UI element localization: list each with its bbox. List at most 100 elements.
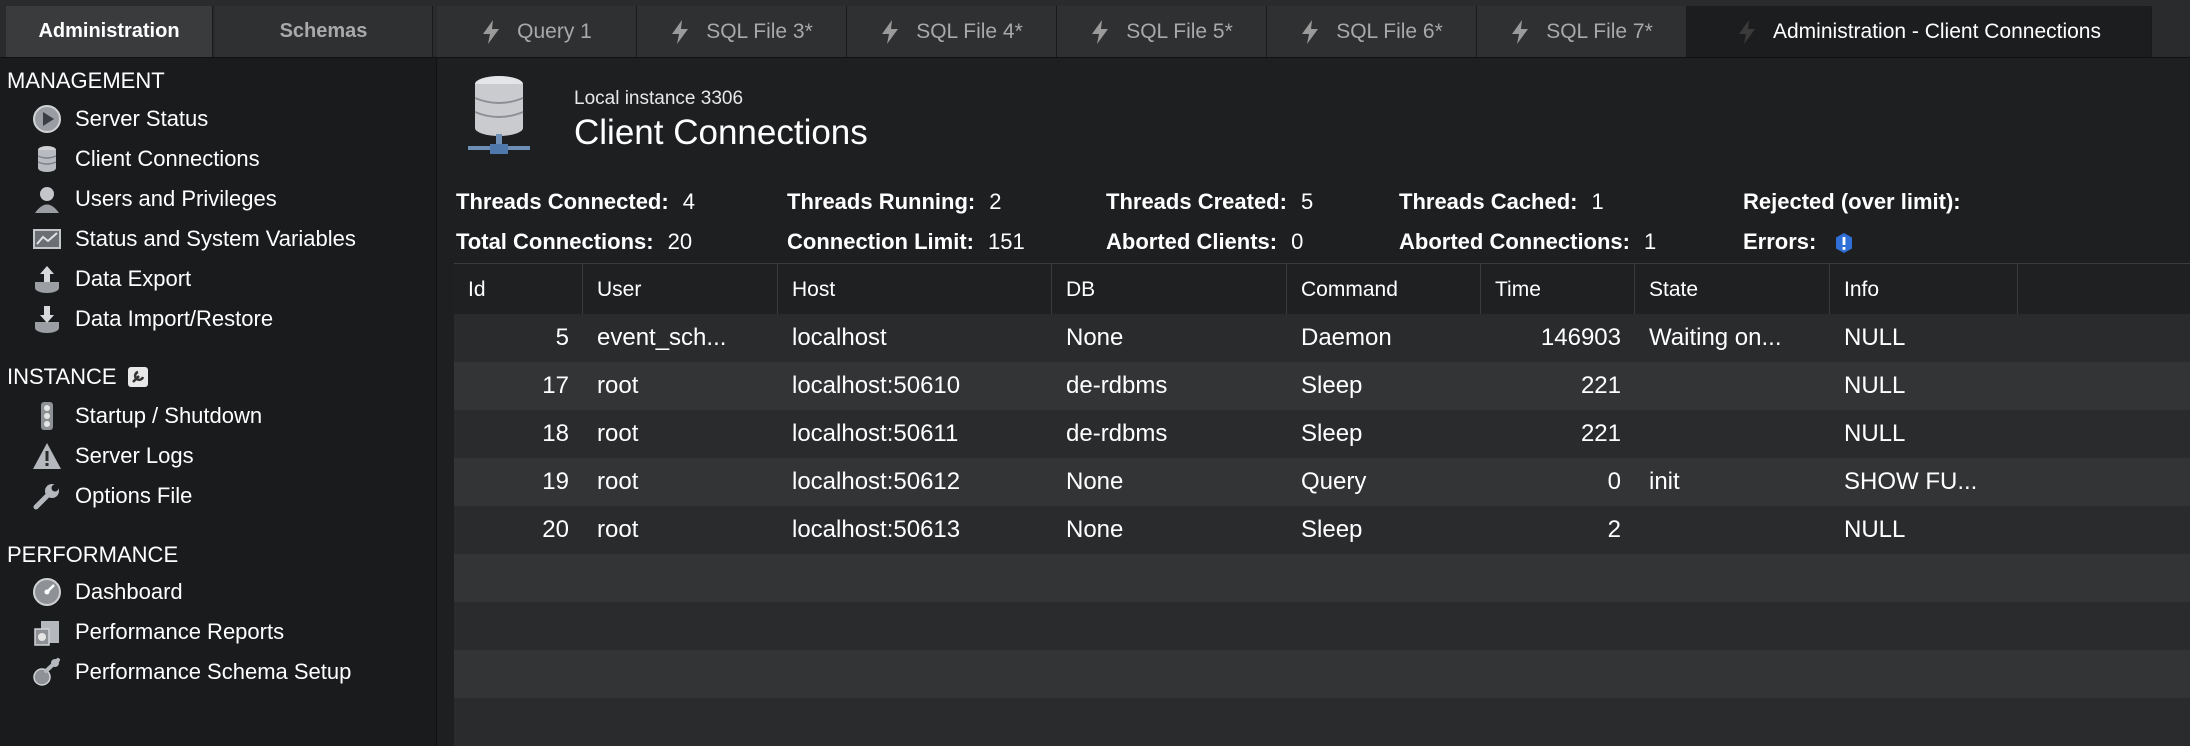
table-header: Id User Host DB Command Time State Info [454,263,2190,316]
section-heading: MANAGEMENT [7,68,165,93]
client-connections-panel: Local instance 3306 Client Connections T… [454,58,2190,746]
table-row[interactable]: 5 event_sch... localhost None Daemon 146… [454,314,2190,362]
cell-host: localhost:50610 [792,372,961,399]
stat-threads-created: Threads Created: 5 [1106,189,1313,215]
tab-label: SQL File 6* [1336,19,1443,43]
tab-label: Query 1 [517,19,592,43]
monitor-icon [33,229,61,249]
cell-time: 2 [1607,516,1621,543]
tab-administration[interactable]: Administration [6,6,213,57]
sidebar-item-status-and-system-variables[interactable]: Status and System Variables [32,221,356,257]
column-header-time[interactable]: Time [1481,264,1635,315]
client-connections-table[interactable]: Id User Host DB Command Time State Info … [454,263,2190,746]
tab-sql-file-7[interactable]: SQL File 7* [1477,6,1687,57]
tab-schemas[interactable]: Schemas [215,6,433,57]
sidebar-item-server-logs[interactable]: Server Logs [32,438,194,474]
cell-command: Query [1301,468,1367,495]
stat-value: 2 [989,189,1002,214]
sidebar-item-startup-shutdown[interactable]: Startup / Shutdown [32,398,262,434]
section-instance: INSTANCE [7,364,149,390]
stat-value: 4 [682,189,695,214]
warning-icon [33,443,61,469]
tab-query-1[interactable]: Query 1 [437,6,637,57]
tab-sql-file-3[interactable]: SQL File 3* [637,6,847,57]
sidebar-item-label: Performance Reports [75,619,285,644]
sidebar-item-label: Server Logs [75,443,194,468]
import-icon [35,306,59,333]
column-header-host[interactable]: Host [778,264,1052,315]
sidebar-item-data-import-restore[interactable]: Data Import/Restore [32,301,273,337]
stat-aborted-clients: Aborted Clients: 0 [1106,229,1303,255]
cell-user: root [597,468,639,495]
sidebar-item-performance-schema-setup[interactable]: Performance Schema Setup [32,654,351,690]
stat-label: Connection Limit: [787,229,974,254]
section-heading: PERFORMANCE [7,542,179,567]
lightning-bolt-icon [1739,19,1755,44]
column-header-state[interactable]: State [1635,264,1830,315]
sidebar-item-dashboard[interactable]: Dashboard [32,574,183,610]
empty-table-row [454,602,2190,650]
column-header-user[interactable]: User [583,264,778,315]
stat-label: Total Connections: [456,229,654,254]
cell-id: 18 [542,420,569,447]
sidebar-item-label: Data Import/Restore [75,306,274,331]
database-icon [37,146,57,172]
cell-user: event_sch... [597,324,727,351]
sidebar-item-performance-reports[interactable]: Performance Reports [32,614,284,650]
server-status-icon [33,105,61,133]
section-management: MANAGEMENT [7,68,165,94]
sidebar-item-users-and-privileges[interactable]: Users and Privileges [32,181,277,217]
cell-host: localhost:50613 [792,516,961,543]
stat-value: 1 [1644,229,1657,254]
stat-value: 0 [1291,229,1304,254]
column-header-info[interactable]: Info [1830,264,2018,315]
stat-label: Threads Running: [787,189,976,214]
cell-state [1635,506,1830,554]
cell-command: Sleep [1301,372,1363,399]
column-header-command[interactable]: Command [1287,264,1481,315]
cell-state [1635,410,1830,458]
stat-label: Rejected (over limit): [1743,189,1961,214]
empty-table-row [454,554,2190,602]
cell-id: 5 [555,324,569,351]
sidebar-item-server-status[interactable]: Server Status [32,101,208,137]
table-row[interactable]: 20 root localhost:50613 None Sleep 2 NUL… [454,506,2190,554]
cell-time: 221 [1580,372,1621,399]
sidebar-item-data-export[interactable]: Data Export [32,261,191,297]
stat-label: Aborted Clients: [1106,229,1278,254]
cell-time: 0 [1607,468,1621,495]
cell-info: NULL [1844,420,1906,447]
table-row[interactable]: 18 root localhost:50611 de-rdbms Sleep 2… [454,410,2190,458]
lightning-bolt-icon [1092,19,1109,44]
tab-sql-file-5[interactable]: SQL File 5* [1057,6,1267,57]
tab-sql-file-6[interactable]: SQL File 6* [1267,6,1477,57]
cell-db: de-rdbms [1066,372,1168,399]
cell-state: Waiting on... [1649,324,1782,351]
cell-host: localhost:50612 [792,468,961,495]
table-row[interactable]: 19 root localhost:50612 None Query 0 ini… [454,458,2190,506]
cell-info: NULL [1844,324,1906,351]
traffic-light-icon [41,402,53,430]
stat-label: Threads Connected: [456,189,669,214]
cell-user: root [597,516,639,543]
tab-sql-file-4[interactable]: SQL File 4* [847,6,1057,57]
stat-value: 151 [987,229,1025,254]
tab-label: SQL File 5* [1126,19,1233,43]
empty-table-row [454,650,2190,698]
tab-administration-client-connections[interactable]: Administration - Client Connections [1687,6,2152,57]
user-icon [35,187,59,213]
sidebar-item-client-connections[interactable]: Client Connections [32,141,260,177]
column-header-db[interactable]: DB [1052,264,1287,315]
cell-info: NULL [1844,372,1906,399]
tab-label: Schemas [279,20,368,42]
stat-value: 1 [1591,189,1604,214]
wrench-icon [127,367,148,387]
sidebar-item-label: Data Export [75,266,192,291]
lightning-bolt-icon [1302,19,1319,44]
info-badge-icon[interactable] [1834,232,1854,254]
wrench-icon [33,484,59,510]
table-row[interactable]: 17 root localhost:50610 de-rdbms Sleep 2… [454,362,2190,410]
cell-user: root [597,420,639,447]
sidebar-item-options-file[interactable]: Options File [32,478,192,514]
column-header-id[interactable]: Id [454,264,583,315]
